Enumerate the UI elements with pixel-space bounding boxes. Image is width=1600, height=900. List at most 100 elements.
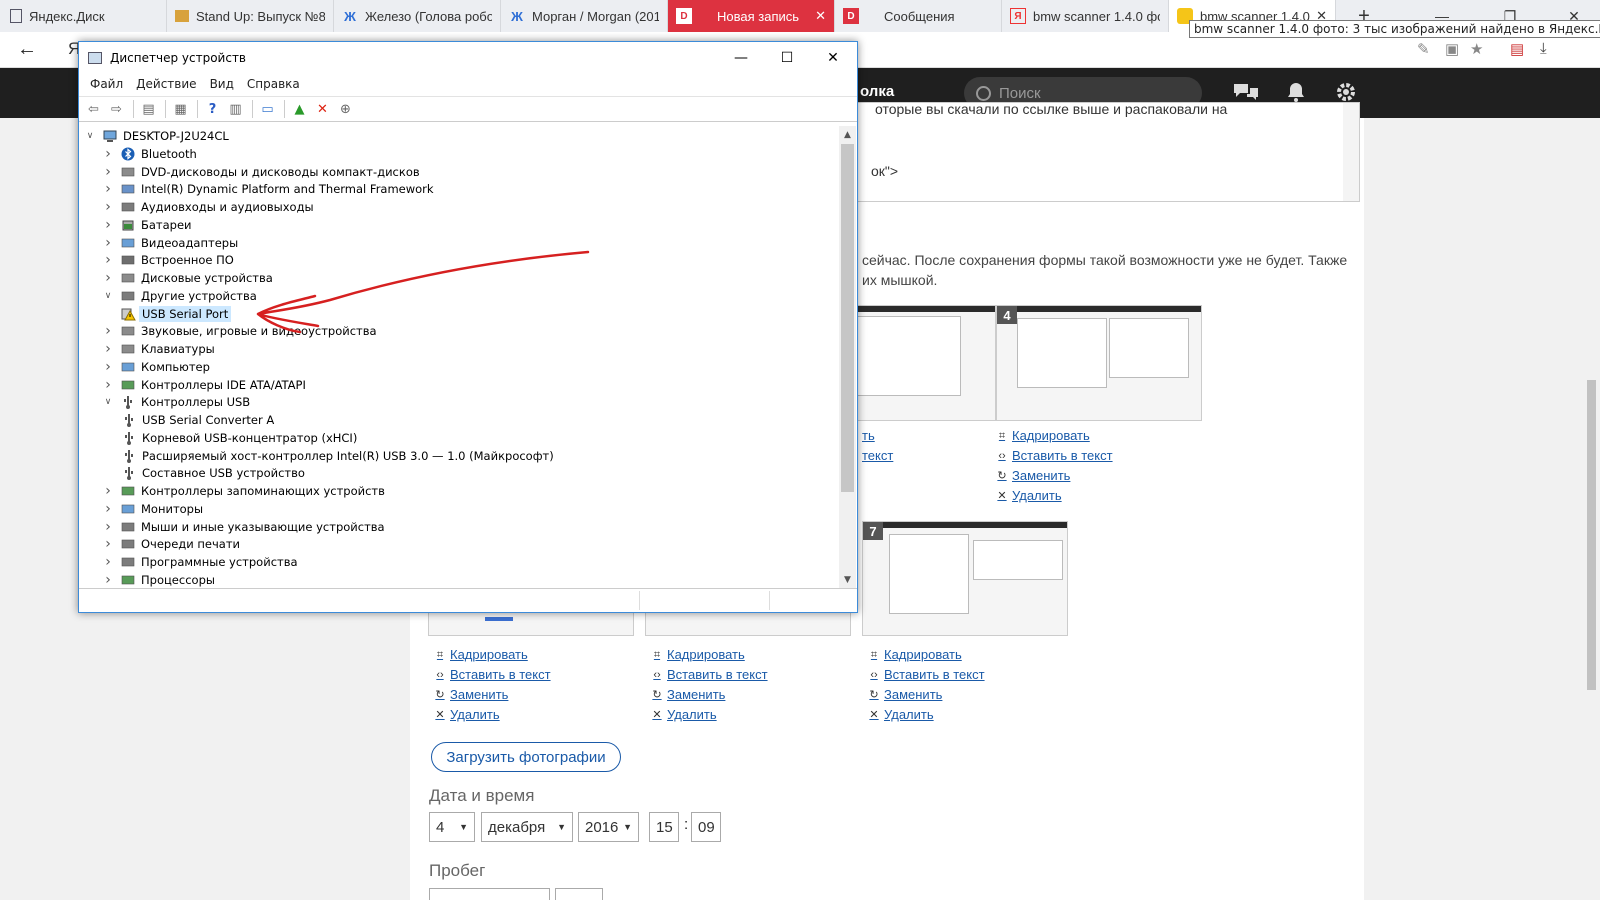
chevron-right-icon[interactable]: › bbox=[102, 235, 114, 251]
insert-link[interactable]: ‹› Вставить в текст bbox=[868, 665, 984, 685]
tree-item[interactable]: › Видеоадаптеры bbox=[102, 234, 238, 252]
photo-thumbnail[interactable]: 4 bbox=[996, 305, 1202, 421]
chevron-right-icon[interactable]: › bbox=[102, 536, 114, 552]
pin-icon[interactable]: ✎ bbox=[1417, 40, 1430, 58]
delete-link[interactable]: ✕ Удалить bbox=[868, 705, 985, 725]
download-icon[interactable]: ⤓ bbox=[1540, 40, 1547, 57]
tab-bmw-scanner-1[interactable]: Я bmw scanner 1.4.0 фот bbox=[1002, 0, 1169, 32]
minimize-button[interactable]: — bbox=[718, 42, 764, 73]
day-select[interactable]: 4 ▼ bbox=[429, 812, 475, 842]
window-title-bar[interactable]: Диспетчер устройств — ☐ ✕ bbox=[79, 42, 857, 73]
tree-item[interactable]: › Клавиатуры bbox=[102, 340, 215, 358]
scrollbar-thumb[interactable] bbox=[1587, 380, 1596, 690]
chevron-right-icon[interactable]: › bbox=[102, 199, 114, 215]
chevron-right-icon[interactable]: › bbox=[102, 323, 114, 339]
page-scrollbar[interactable] bbox=[1583, 118, 1600, 900]
chevron-right-icon[interactable]: › bbox=[102, 341, 114, 357]
replace-link[interactable]: ↻ Заменить bbox=[868, 685, 985, 705]
chevron-right-icon[interactable]: › bbox=[102, 554, 114, 570]
hour-input[interactable]: 15 bbox=[649, 812, 679, 842]
replace-link[interactable]: ↻ Заменить bbox=[434, 685, 551, 705]
tree-item[interactable]: › Bluetooth bbox=[102, 145, 197, 163]
pdf-icon[interactable]: ▤ bbox=[1510, 40, 1524, 58]
tab-new-post[interactable]: D Новая запись ✕ bbox=[668, 0, 835, 32]
help-icon[interactable]: ? bbox=[202, 99, 223, 119]
tab-stand-up[interactable]: Stand Up: Выпуск №87 bbox=[167, 0, 334, 32]
star-icon[interactable]: ★ bbox=[1470, 40, 1483, 58]
replace-link[interactable]: ↻ Заменить bbox=[996, 466, 1113, 486]
menu-file[interactable]: Файл bbox=[90, 77, 123, 91]
tree-scrollbar[interactable]: ▲ ▼ bbox=[839, 126, 856, 588]
chevron-right-icon[interactable]: › bbox=[102, 164, 114, 180]
chevron-right-icon[interactable]: › bbox=[102, 217, 114, 233]
chevron-right-icon[interactable]: › bbox=[102, 483, 114, 499]
tree-item[interactable]: › Очереди печати bbox=[102, 535, 240, 553]
update-driver-icon[interactable]: ▲ bbox=[289, 99, 310, 119]
tree-root[interactable]: ∨ DESKTOP-J2U24CL bbox=[84, 127, 229, 145]
mileage-unit-select[interactable] bbox=[555, 888, 603, 900]
tree-item[interactable]: › Дисковые устройства bbox=[102, 269, 273, 287]
scrollbar-thumb[interactable] bbox=[841, 144, 854, 492]
chevron-right-icon[interactable]: › bbox=[102, 377, 114, 393]
close-button[interactable]: ✕ bbox=[810, 42, 856, 73]
upload-photos-button[interactable]: Загрузить фотографии bbox=[431, 742, 621, 772]
delete-link[interactable]: ✕ Удалить bbox=[651, 705, 768, 725]
tree-item[interactable]: › Программные устройства bbox=[102, 553, 297, 571]
show-hide-tree-icon[interactable]: ▤ bbox=[138, 99, 159, 119]
photo-thumbnail[interactable]: 7 bbox=[862, 521, 1068, 636]
tree-item[interactable]: ∨ Другие устройства bbox=[102, 287, 257, 305]
delete-link[interactable]: ✕ Удалить bbox=[996, 486, 1113, 506]
minute-input[interactable]: 09 bbox=[691, 812, 721, 842]
view-icon[interactable]: ▥ bbox=[225, 99, 246, 119]
chevron-right-icon[interactable]: › bbox=[102, 270, 114, 286]
insert-link[interactable]: ‹› Вставить в текст bbox=[996, 446, 1112, 466]
tree-item[interactable]: Расширяемый хост-контроллер Intel(R) USB… bbox=[121, 447, 554, 465]
menu-view[interactable]: Вид bbox=[210, 77, 234, 91]
crop-link[interactable]: ⌗ Кадрировать bbox=[651, 645, 768, 665]
chevron-down-icon[interactable]: ∨ bbox=[102, 397, 114, 407]
chevron-right-icon[interactable]: › bbox=[102, 252, 114, 268]
nav-label[interactable]: олка bbox=[860, 83, 894, 100]
insert-link[interactable]: ‹› Вставить в текст bbox=[434, 665, 550, 685]
tree-item[interactable]: › Компьютер bbox=[102, 358, 210, 376]
tab-yandex-disk[interactable]: Яндекс.Диск bbox=[0, 0, 167, 32]
insert-link[interactable]: текст bbox=[862, 446, 893, 466]
mileage-input[interactable] bbox=[429, 888, 550, 900]
forward-icon[interactable]: ⇨ bbox=[106, 99, 127, 119]
tree-item[interactable]: › Батареи bbox=[102, 216, 191, 234]
uninstall-icon[interactable]: ✕ bbox=[312, 99, 333, 119]
maximize-button[interactable]: ☐ bbox=[764, 42, 810, 73]
menu-action[interactable]: Действие bbox=[136, 77, 196, 91]
back-arrow-icon[interactable]: ← bbox=[17, 38, 37, 61]
tab-morgan[interactable]: Ж Морган / Morgan (201 bbox=[501, 0, 668, 32]
tree-item[interactable]: › Мониторы bbox=[102, 500, 203, 518]
crop-link[interactable]: ⌗ Кадрировать bbox=[434, 645, 551, 665]
scan-hardware-icon[interactable]: ⊕ bbox=[335, 99, 356, 119]
chevron-down-icon[interactable]: ∨ bbox=[84, 131, 96, 141]
chevron-right-icon[interactable]: › bbox=[102, 359, 114, 375]
tree-item[interactable]: › Контроллеры запоминающих устройств bbox=[102, 482, 385, 500]
chevron-right-icon[interactable]: › bbox=[102, 519, 114, 535]
insert-link[interactable]: ‹› Вставить в текст bbox=[651, 665, 767, 685]
tree-item[interactable]: › Контроллеры IDE ATA/ATAPI bbox=[102, 376, 306, 394]
tree-item[interactable]: › Мыши и иные указывающие устройства bbox=[102, 518, 384, 536]
tab-zhelezo[interactable]: Ж Железо (Голова робот bbox=[334, 0, 501, 32]
scroll-up-icon[interactable]: ▲ bbox=[839, 126, 856, 143]
tree-item[interactable]: Корневой USB-концентратор (xHCI) bbox=[121, 429, 357, 447]
chevron-right-icon[interactable]: › bbox=[102, 572, 114, 588]
tree-item[interactable]: › DVD-дисководы и дисководы компакт-диско… bbox=[102, 163, 419, 181]
tree-item[interactable]: › Звуковые, игровые и видеоустройства bbox=[102, 322, 376, 340]
monitor-icon[interactable]: ▭ bbox=[257, 99, 278, 119]
month-select[interactable]: декабря ▼ bbox=[481, 812, 573, 842]
tree-item[interactable]: › Аудиовходы и аудиовыходы bbox=[102, 198, 313, 216]
chevron-right-icon[interactable]: › bbox=[102, 146, 114, 162]
year-select[interactable]: 2016 ▼ bbox=[578, 812, 639, 842]
tree-item[interactable]: › Процессоры bbox=[102, 571, 215, 588]
replace-link[interactable]: ↻ Заменить bbox=[651, 685, 768, 705]
chevron-right-icon[interactable]: › bbox=[102, 181, 114, 197]
tree-item[interactable]: Составное USB устройство bbox=[121, 464, 305, 482]
crop-link[interactable]: ть bbox=[862, 426, 893, 446]
chevron-right-icon[interactable]: › bbox=[102, 501, 114, 517]
crop-link[interactable]: ⌗ Кадрировать bbox=[868, 645, 985, 665]
tree-item[interactable]: USB Serial Port bbox=[121, 305, 232, 323]
